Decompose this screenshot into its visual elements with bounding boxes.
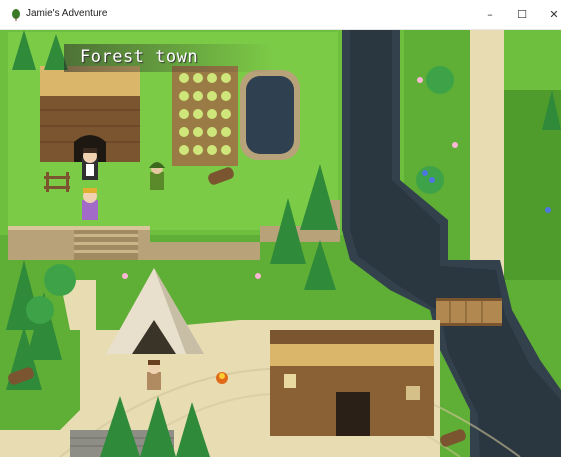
- location-banner: Forest town: [64, 44, 274, 72]
- maximize-button[interactable]: ☐: [512, 6, 532, 24]
- small-pond: [240, 70, 300, 160]
- game-window: Jamie's Adventure – ☐ ✕ Forest town: [0, 0, 561, 457]
- green-hooded-villager: [149, 162, 165, 190]
- game-map[interactable]: Forest town: [0, 30, 561, 457]
- location-name: Forest town: [80, 47, 199, 67]
- window-title: Jamie's Adventure: [26, 8, 108, 19]
- purple-girl-character: [82, 188, 98, 220]
- maid-character: [82, 148, 98, 180]
- map-scene: [0, 30, 561, 457]
- minimize-button[interactable]: –: [480, 6, 500, 24]
- brown-haired-villager: [147, 360, 161, 390]
- leaf-app-icon: [12, 9, 20, 21]
- close-button[interactable]: ✕: [544, 6, 561, 24]
- lower-house: [270, 330, 434, 436]
- crop-field: [172, 66, 238, 166]
- campfire: [216, 372, 228, 384]
- stone-stairs: [74, 230, 138, 260]
- wooden-bridge: [436, 298, 502, 326]
- wooden-barn: [40, 66, 140, 162]
- title-bar[interactable]: Jamie's Adventure – ☐ ✕: [0, 0, 561, 30]
